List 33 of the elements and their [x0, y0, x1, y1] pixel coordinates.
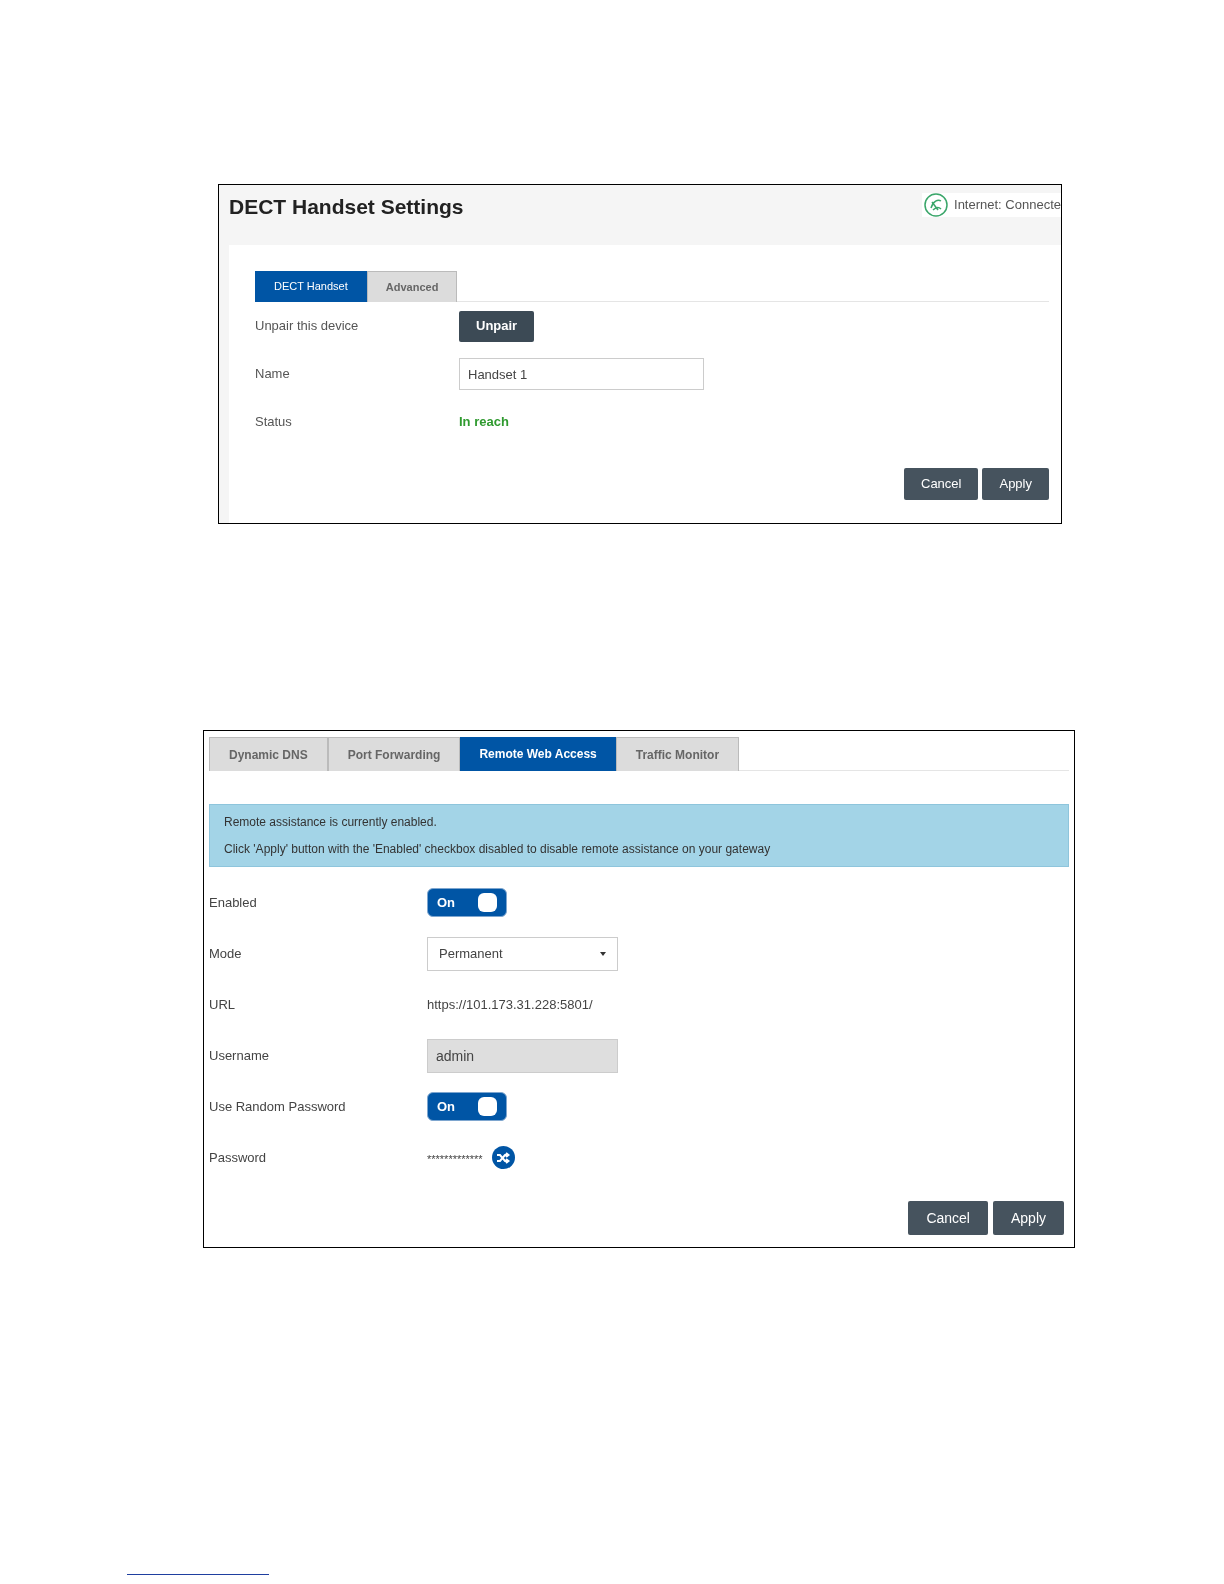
- field-label: Name: [255, 365, 291, 384]
- connection-status: Internet: Connecte: [954, 196, 1061, 215]
- field-label: URL: [209, 995, 236, 1014]
- field-label: Unpair this device: [255, 317, 360, 336]
- field-label: Status: [255, 413, 293, 432]
- info-text: Click 'Apply' button with the 'Enabled' checkbox disabled to disable remote assistance on your gateway: [224, 841, 772, 858]
- url-value: https://101.173.31.228:5801/: [427, 995, 593, 1014]
- status-value: In reach: [459, 413, 509, 432]
- page-title: DECT Handset Settings: [229, 194, 464, 220]
- cancel-button[interactable]: Cancel: [908, 1201, 988, 1235]
- tab[interactable]: DECT Handset: [255, 271, 367, 302]
- shuffle-icon[interactable]: [491, 1146, 515, 1169]
- tab[interactable]: Port Forwarding: [327, 737, 461, 771]
- tab[interactable]: Remote Web Access: [460, 737, 616, 771]
- info-text: Remote assistance is currently enabled.: [224, 814, 438, 831]
- field-label: Enabled: [209, 893, 258, 912]
- cancel-button[interactable]: Cancel: [904, 468, 979, 500]
- tab[interactable]: Advanced: [366, 271, 458, 302]
- name-input-field[interactable]: Handset 1: [459, 358, 704, 390]
- field-label: Use Random Password: [209, 1097, 347, 1116]
- mode-dropdown[interactable]: Permanent: [427, 936, 618, 971]
- apply-button[interactable]: Apply: [982, 468, 1049, 500]
- password-value: *************: [427, 1151, 483, 1167]
- field-label: Password: [209, 1148, 268, 1167]
- unpair-button[interactable]: Unpair: [459, 310, 535, 342]
- toggle-switch[interactable]: On: [427, 1092, 507, 1121]
- field-label: Username: [209, 1046, 270, 1065]
- apply-button[interactable]: Apply: [992, 1201, 1064, 1235]
- tab[interactable]: Traffic Monitor: [615, 737, 740, 771]
- caret-icon: [600, 951, 606, 956]
- field-label: Mode: [209, 944, 243, 963]
- tab[interactable]: Dynamic DNS: [209, 737, 328, 771]
- toggle-switch[interactable]: On: [427, 888, 507, 917]
